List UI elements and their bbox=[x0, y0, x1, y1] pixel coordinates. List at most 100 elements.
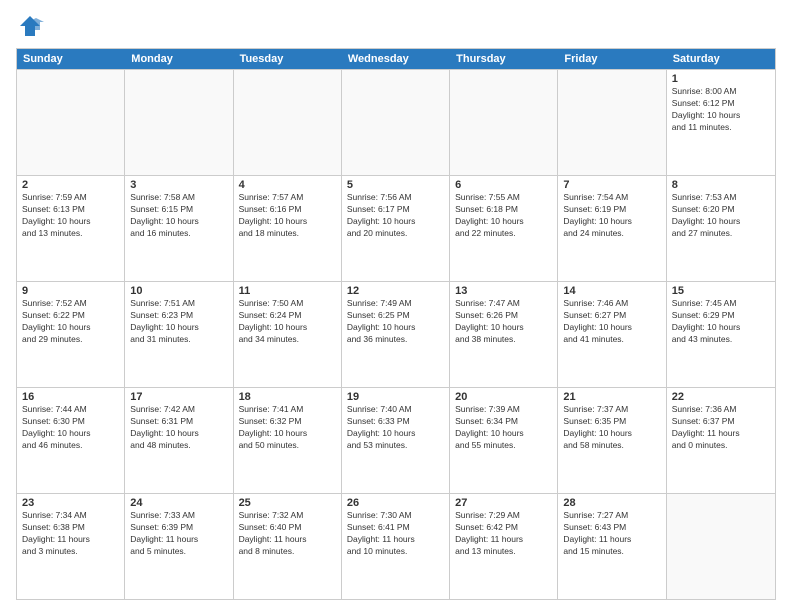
calendar-cell: 4Sunrise: 7:57 AM Sunset: 6:16 PM Daylig… bbox=[234, 176, 342, 281]
day-info: Sunrise: 7:56 AM Sunset: 6:17 PM Dayligh… bbox=[347, 192, 444, 240]
calendar-header: SundayMondayTuesdayWednesdayThursdayFrid… bbox=[17, 49, 775, 69]
day-info: Sunrise: 7:44 AM Sunset: 6:30 PM Dayligh… bbox=[22, 404, 119, 452]
day-number: 7 bbox=[563, 179, 660, 191]
calendar-cell: 10Sunrise: 7:51 AM Sunset: 6:23 PM Dayli… bbox=[125, 282, 233, 387]
day-info: Sunrise: 7:46 AM Sunset: 6:27 PM Dayligh… bbox=[563, 298, 660, 346]
day-number: 15 bbox=[672, 285, 770, 297]
weekday-header-monday: Monday bbox=[125, 49, 233, 69]
weekday-header-friday: Friday bbox=[558, 49, 666, 69]
day-number: 12 bbox=[347, 285, 444, 297]
calendar-row-3: 16Sunrise: 7:44 AM Sunset: 6:30 PM Dayli… bbox=[17, 387, 775, 493]
day-number: 22 bbox=[672, 391, 770, 403]
calendar-cell: 3Sunrise: 7:58 AM Sunset: 6:15 PM Daylig… bbox=[125, 176, 233, 281]
day-info: Sunrise: 7:53 AM Sunset: 6:20 PM Dayligh… bbox=[672, 192, 770, 240]
header bbox=[16, 12, 776, 40]
calendar-cell: 25Sunrise: 7:32 AM Sunset: 6:40 PM Dayli… bbox=[234, 494, 342, 599]
calendar-cell: 20Sunrise: 7:39 AM Sunset: 6:34 PM Dayli… bbox=[450, 388, 558, 493]
calendar-cell bbox=[17, 70, 125, 175]
calendar-cell bbox=[558, 70, 666, 175]
calendar-cell: 1Sunrise: 8:00 AM Sunset: 6:12 PM Daylig… bbox=[667, 70, 775, 175]
calendar-cell: 12Sunrise: 7:49 AM Sunset: 6:25 PM Dayli… bbox=[342, 282, 450, 387]
calendar-cell: 16Sunrise: 7:44 AM Sunset: 6:30 PM Dayli… bbox=[17, 388, 125, 493]
day-info: Sunrise: 7:36 AM Sunset: 6:37 PM Dayligh… bbox=[672, 404, 770, 452]
day-info: Sunrise: 7:30 AM Sunset: 6:41 PM Dayligh… bbox=[347, 510, 444, 558]
weekday-header-tuesday: Tuesday bbox=[234, 49, 342, 69]
day-info: Sunrise: 7:42 AM Sunset: 6:31 PM Dayligh… bbox=[130, 404, 227, 452]
day-number: 16 bbox=[22, 391, 119, 403]
calendar-cell: 2Sunrise: 7:59 AM Sunset: 6:13 PM Daylig… bbox=[17, 176, 125, 281]
day-number: 20 bbox=[455, 391, 552, 403]
day-number: 28 bbox=[563, 497, 660, 509]
calendar-cell: 8Sunrise: 7:53 AM Sunset: 6:20 PM Daylig… bbox=[667, 176, 775, 281]
calendar-cell: 18Sunrise: 7:41 AM Sunset: 6:32 PM Dayli… bbox=[234, 388, 342, 493]
logo bbox=[16, 12, 48, 40]
calendar-cell: 14Sunrise: 7:46 AM Sunset: 6:27 PM Dayli… bbox=[558, 282, 666, 387]
weekday-header-saturday: Saturday bbox=[667, 49, 775, 69]
day-info: Sunrise: 7:45 AM Sunset: 6:29 PM Dayligh… bbox=[672, 298, 770, 346]
day-info: Sunrise: 7:29 AM Sunset: 6:42 PM Dayligh… bbox=[455, 510, 552, 558]
day-number: 23 bbox=[22, 497, 119, 509]
day-number: 8 bbox=[672, 179, 770, 191]
day-number: 6 bbox=[455, 179, 552, 191]
calendar-cell bbox=[450, 70, 558, 175]
day-number: 11 bbox=[239, 285, 336, 297]
calendar-body: 1Sunrise: 8:00 AM Sunset: 6:12 PM Daylig… bbox=[17, 69, 775, 599]
calendar-row-4: 23Sunrise: 7:34 AM Sunset: 6:38 PM Dayli… bbox=[17, 493, 775, 599]
day-info: Sunrise: 7:49 AM Sunset: 6:25 PM Dayligh… bbox=[347, 298, 444, 346]
day-info: Sunrise: 7:33 AM Sunset: 6:39 PM Dayligh… bbox=[130, 510, 227, 558]
day-number: 10 bbox=[130, 285, 227, 297]
calendar-row-0: 1Sunrise: 8:00 AM Sunset: 6:12 PM Daylig… bbox=[17, 69, 775, 175]
day-info: Sunrise: 7:47 AM Sunset: 6:26 PM Dayligh… bbox=[455, 298, 552, 346]
day-number: 27 bbox=[455, 497, 552, 509]
day-number: 13 bbox=[455, 285, 552, 297]
day-number: 26 bbox=[347, 497, 444, 509]
calendar-cell: 11Sunrise: 7:50 AM Sunset: 6:24 PM Dayli… bbox=[234, 282, 342, 387]
calendar: SundayMondayTuesdayWednesdayThursdayFrid… bbox=[16, 48, 776, 600]
day-number: 2 bbox=[22, 179, 119, 191]
calendar-cell: 27Sunrise: 7:29 AM Sunset: 6:42 PM Dayli… bbox=[450, 494, 558, 599]
day-info: Sunrise: 7:32 AM Sunset: 6:40 PM Dayligh… bbox=[239, 510, 336, 558]
calendar-cell: 22Sunrise: 7:36 AM Sunset: 6:37 PM Dayli… bbox=[667, 388, 775, 493]
calendar-cell bbox=[342, 70, 450, 175]
calendar-cell: 26Sunrise: 7:30 AM Sunset: 6:41 PM Dayli… bbox=[342, 494, 450, 599]
calendar-cell bbox=[667, 494, 775, 599]
day-number: 19 bbox=[347, 391, 444, 403]
day-number: 25 bbox=[239, 497, 336, 509]
calendar-cell: 28Sunrise: 7:27 AM Sunset: 6:43 PM Dayli… bbox=[558, 494, 666, 599]
day-number: 1 bbox=[672, 73, 770, 85]
calendar-cell: 9Sunrise: 7:52 AM Sunset: 6:22 PM Daylig… bbox=[17, 282, 125, 387]
day-info: Sunrise: 7:58 AM Sunset: 6:15 PM Dayligh… bbox=[130, 192, 227, 240]
day-info: Sunrise: 8:00 AM Sunset: 6:12 PM Dayligh… bbox=[672, 86, 770, 134]
day-info: Sunrise: 7:40 AM Sunset: 6:33 PM Dayligh… bbox=[347, 404, 444, 452]
day-info: Sunrise: 7:50 AM Sunset: 6:24 PM Dayligh… bbox=[239, 298, 336, 346]
calendar-row-1: 2Sunrise: 7:59 AM Sunset: 6:13 PM Daylig… bbox=[17, 175, 775, 281]
day-number: 24 bbox=[130, 497, 227, 509]
day-info: Sunrise: 7:59 AM Sunset: 6:13 PM Dayligh… bbox=[22, 192, 119, 240]
day-info: Sunrise: 7:54 AM Sunset: 6:19 PM Dayligh… bbox=[563, 192, 660, 240]
calendar-cell: 5Sunrise: 7:56 AM Sunset: 6:17 PM Daylig… bbox=[342, 176, 450, 281]
calendar-cell: 23Sunrise: 7:34 AM Sunset: 6:38 PM Dayli… bbox=[17, 494, 125, 599]
day-number: 21 bbox=[563, 391, 660, 403]
day-number: 9 bbox=[22, 285, 119, 297]
day-info: Sunrise: 7:51 AM Sunset: 6:23 PM Dayligh… bbox=[130, 298, 227, 346]
calendar-cell bbox=[234, 70, 342, 175]
day-info: Sunrise: 7:55 AM Sunset: 6:18 PM Dayligh… bbox=[455, 192, 552, 240]
page: SundayMondayTuesdayWednesdayThursdayFrid… bbox=[0, 0, 792, 612]
calendar-cell: 19Sunrise: 7:40 AM Sunset: 6:33 PM Dayli… bbox=[342, 388, 450, 493]
day-number: 3 bbox=[130, 179, 227, 191]
day-number: 4 bbox=[239, 179, 336, 191]
day-number: 17 bbox=[130, 391, 227, 403]
day-info: Sunrise: 7:41 AM Sunset: 6:32 PM Dayligh… bbox=[239, 404, 336, 452]
weekday-header-wednesday: Wednesday bbox=[342, 49, 450, 69]
calendar-cell: 15Sunrise: 7:45 AM Sunset: 6:29 PM Dayli… bbox=[667, 282, 775, 387]
calendar-cell: 7Sunrise: 7:54 AM Sunset: 6:19 PM Daylig… bbox=[558, 176, 666, 281]
calendar-cell: 13Sunrise: 7:47 AM Sunset: 6:26 PM Dayli… bbox=[450, 282, 558, 387]
day-info: Sunrise: 7:52 AM Sunset: 6:22 PM Dayligh… bbox=[22, 298, 119, 346]
calendar-cell bbox=[125, 70, 233, 175]
day-info: Sunrise: 7:37 AM Sunset: 6:35 PM Dayligh… bbox=[563, 404, 660, 452]
weekday-header-sunday: Sunday bbox=[17, 49, 125, 69]
calendar-cell: 21Sunrise: 7:37 AM Sunset: 6:35 PM Dayli… bbox=[558, 388, 666, 493]
day-number: 5 bbox=[347, 179, 444, 191]
day-info: Sunrise: 7:57 AM Sunset: 6:16 PM Dayligh… bbox=[239, 192, 336, 240]
day-info: Sunrise: 7:39 AM Sunset: 6:34 PM Dayligh… bbox=[455, 404, 552, 452]
